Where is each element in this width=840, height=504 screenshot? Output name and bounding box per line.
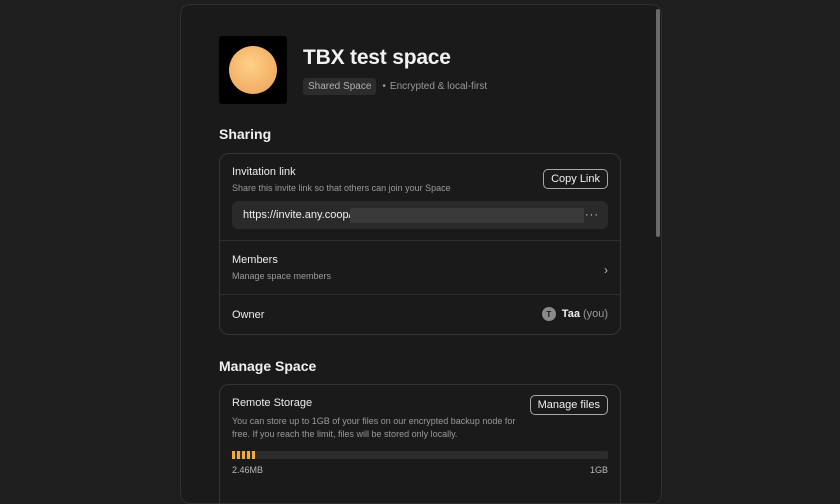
owner-you-tag: (you) bbox=[582, 308, 608, 320]
scrollbar[interactable] bbox=[656, 9, 660, 237]
storage-used: 2.46MB bbox=[232, 465, 264, 475]
separator-dot: • bbox=[382, 81, 386, 92]
copy-link-button[interactable]: Copy Link bbox=[543, 169, 608, 189]
space-type-badge: Shared Space bbox=[303, 78, 377, 95]
manage-card: Remote Storage You can store up to 1GB o… bbox=[219, 384, 621, 503]
owner-row: Owner T Taa (you) bbox=[220, 295, 620, 334]
space-settings-panel: TBX test space Shared Space • Encrypted … bbox=[180, 4, 662, 504]
chevron-right-icon: › bbox=[604, 263, 608, 277]
invitation-row: Invitation link Share this invite link s… bbox=[220, 154, 620, 241]
invite-link-redacted bbox=[350, 207, 584, 223]
remote-storage-description: You can store up to 1GB of your files on… bbox=[232, 416, 516, 439]
storage-limit: 1GB bbox=[589, 465, 608, 475]
storage-progress-segment bbox=[252, 451, 255, 459]
sharing-card: Invitation link Share this invite link s… bbox=[219, 153, 621, 335]
storage-progress-segment bbox=[247, 451, 250, 459]
space-title[interactable]: TBX test space bbox=[303, 46, 487, 70]
sharing-section-title: Sharing bbox=[219, 126, 272, 142]
manage-files-button[interactable]: Manage files bbox=[529, 395, 608, 415]
remote-storage-row: Remote Storage You can store up to 1GB o… bbox=[220, 385, 620, 490]
storage-progress-segment bbox=[237, 451, 240, 459]
avatar: T bbox=[541, 307, 556, 321]
storage-progress-segment bbox=[242, 451, 245, 459]
owner-name: Taa bbox=[561, 308, 580, 320]
members-label: Members bbox=[232, 254, 278, 266]
invite-link-text: https://invite.any.coop/ bbox=[243, 209, 352, 221]
invite-link-field[interactable]: https://invite.any.coop/ ··· bbox=[232, 201, 608, 229]
encryption-status: Encrypted & local-first bbox=[389, 81, 488, 92]
storage-progress-fill bbox=[232, 451, 255, 459]
more-options-icon[interactable]: ··· bbox=[585, 209, 599, 221]
sun-icon bbox=[229, 46, 277, 94]
manage-section-title: Manage Space bbox=[219, 358, 317, 374]
storage-progress-segment bbox=[232, 451, 235, 459]
space-header: TBX test space Shared Space • Encrypted … bbox=[219, 36, 487, 104]
space-icon[interactable] bbox=[219, 36, 287, 104]
storage-progress-bar bbox=[232, 451, 608, 459]
members-row[interactable]: Members Manage space members › bbox=[220, 241, 620, 295]
members-description: Manage space members bbox=[232, 271, 332, 281]
